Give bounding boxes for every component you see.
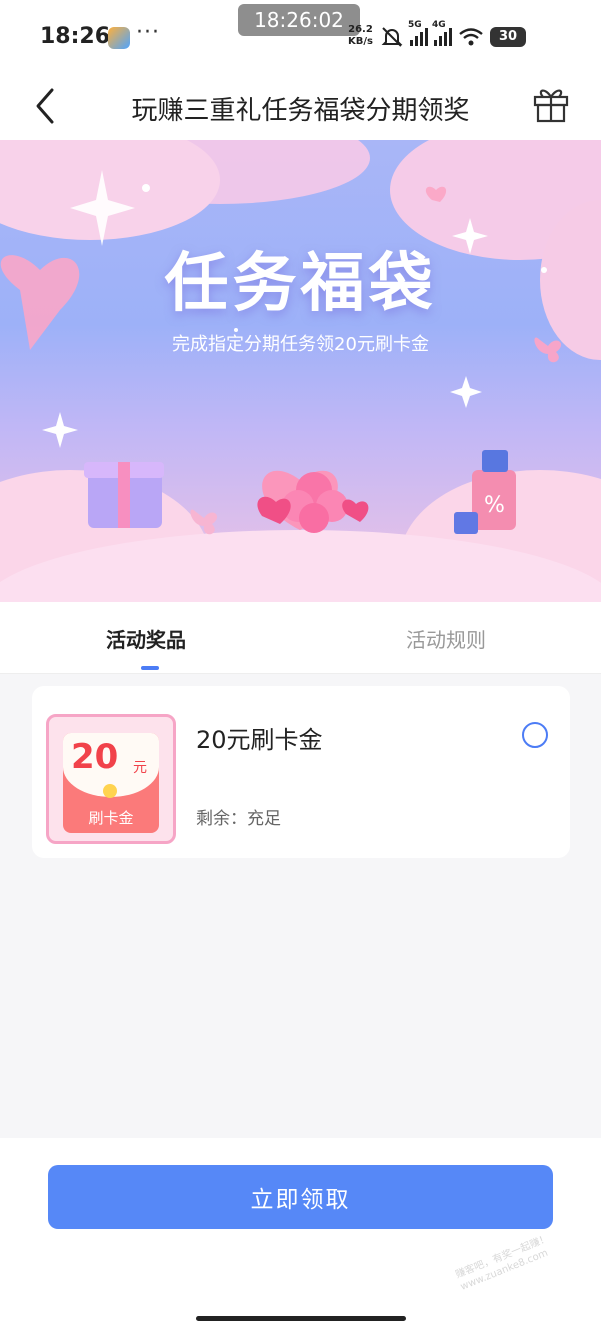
claim-now-button[interactable]: 立即领取: [48, 1165, 553, 1229]
status-bar: 18:26 ··· 18:26:02 26.2 KB/s 5G 4G 30: [0, 0, 601, 72]
signal-5g-icon: 5G: [408, 20, 428, 46]
more-notifications-icon: ···: [136, 20, 160, 45]
network-speed-unit: KB/s: [348, 36, 373, 47]
home-indicator[interactable]: [196, 1316, 406, 1321]
gift-button[interactable]: [531, 84, 571, 124]
prize-image-amount: 20: [71, 737, 119, 777]
status-icons: 5G 4G 30: [380, 20, 526, 50]
svg-text:%: %: [484, 493, 505, 518]
prize-select-radio[interactable]: [522, 722, 548, 748]
prize-image: 20 元 刷卡金: [46, 714, 176, 844]
prize-image-unit: 元: [133, 760, 147, 776]
tab-bar: 活动奖品 活动规则: [0, 602, 601, 674]
prize-name: 20元刷卡金: [196, 726, 323, 754]
site-watermark: 赚客吧，有奖一起赚！ www.zuanke8.com: [454, 1232, 556, 1294]
tab-activity-prizes[interactable]: 活动奖品: [106, 624, 186, 653]
coin-icon: [103, 784, 117, 798]
task-banner: % 任务福袋 完成指定分期任务领20元刷卡金: [0, 140, 601, 602]
gift-icon: [533, 89, 569, 123]
network-speed: 26.2 KB/s: [348, 24, 373, 48]
battery-icon: 30: [490, 27, 526, 47]
prize-stock: 剩余：充足: [196, 809, 281, 829]
signal-4g-icon: 4G: [432, 20, 452, 46]
status-time: 18:26: [40, 24, 111, 49]
wifi-icon: [459, 28, 483, 46]
page-title: 玩赚三重礼任务福袋分期领奖: [131, 96, 470, 126]
sim2-label: 4G: [432, 20, 446, 30]
prize-image-label: 刷卡金: [88, 809, 134, 827]
banner-subtitle: 完成指定分期任务领20元刷卡金: [172, 334, 429, 355]
prize-card[interactable]: 20 元 刷卡金 20元刷卡金 剩余：充足: [32, 686, 570, 858]
tab-activity-rules[interactable]: 活动规则: [406, 624, 486, 653]
sim1-label: 5G: [408, 20, 422, 30]
banner-illustration: %: [0, 140, 601, 602]
footer: 立即领取 赚客吧，有奖一起赚！ www.zuanke8.com: [0, 1138, 601, 1334]
app-notification-icon: [108, 27, 130, 49]
banner-title: 任务福袋: [164, 247, 437, 321]
tab-active-indicator: [141, 666, 159, 670]
screen-clock-pill: 18:26:02: [238, 4, 360, 36]
nav-bar: 玩赚三重礼任务福袋分期领奖: [0, 72, 601, 140]
network-speed-value: 26.2: [348, 24, 373, 35]
mute-icon: [381, 27, 403, 47]
